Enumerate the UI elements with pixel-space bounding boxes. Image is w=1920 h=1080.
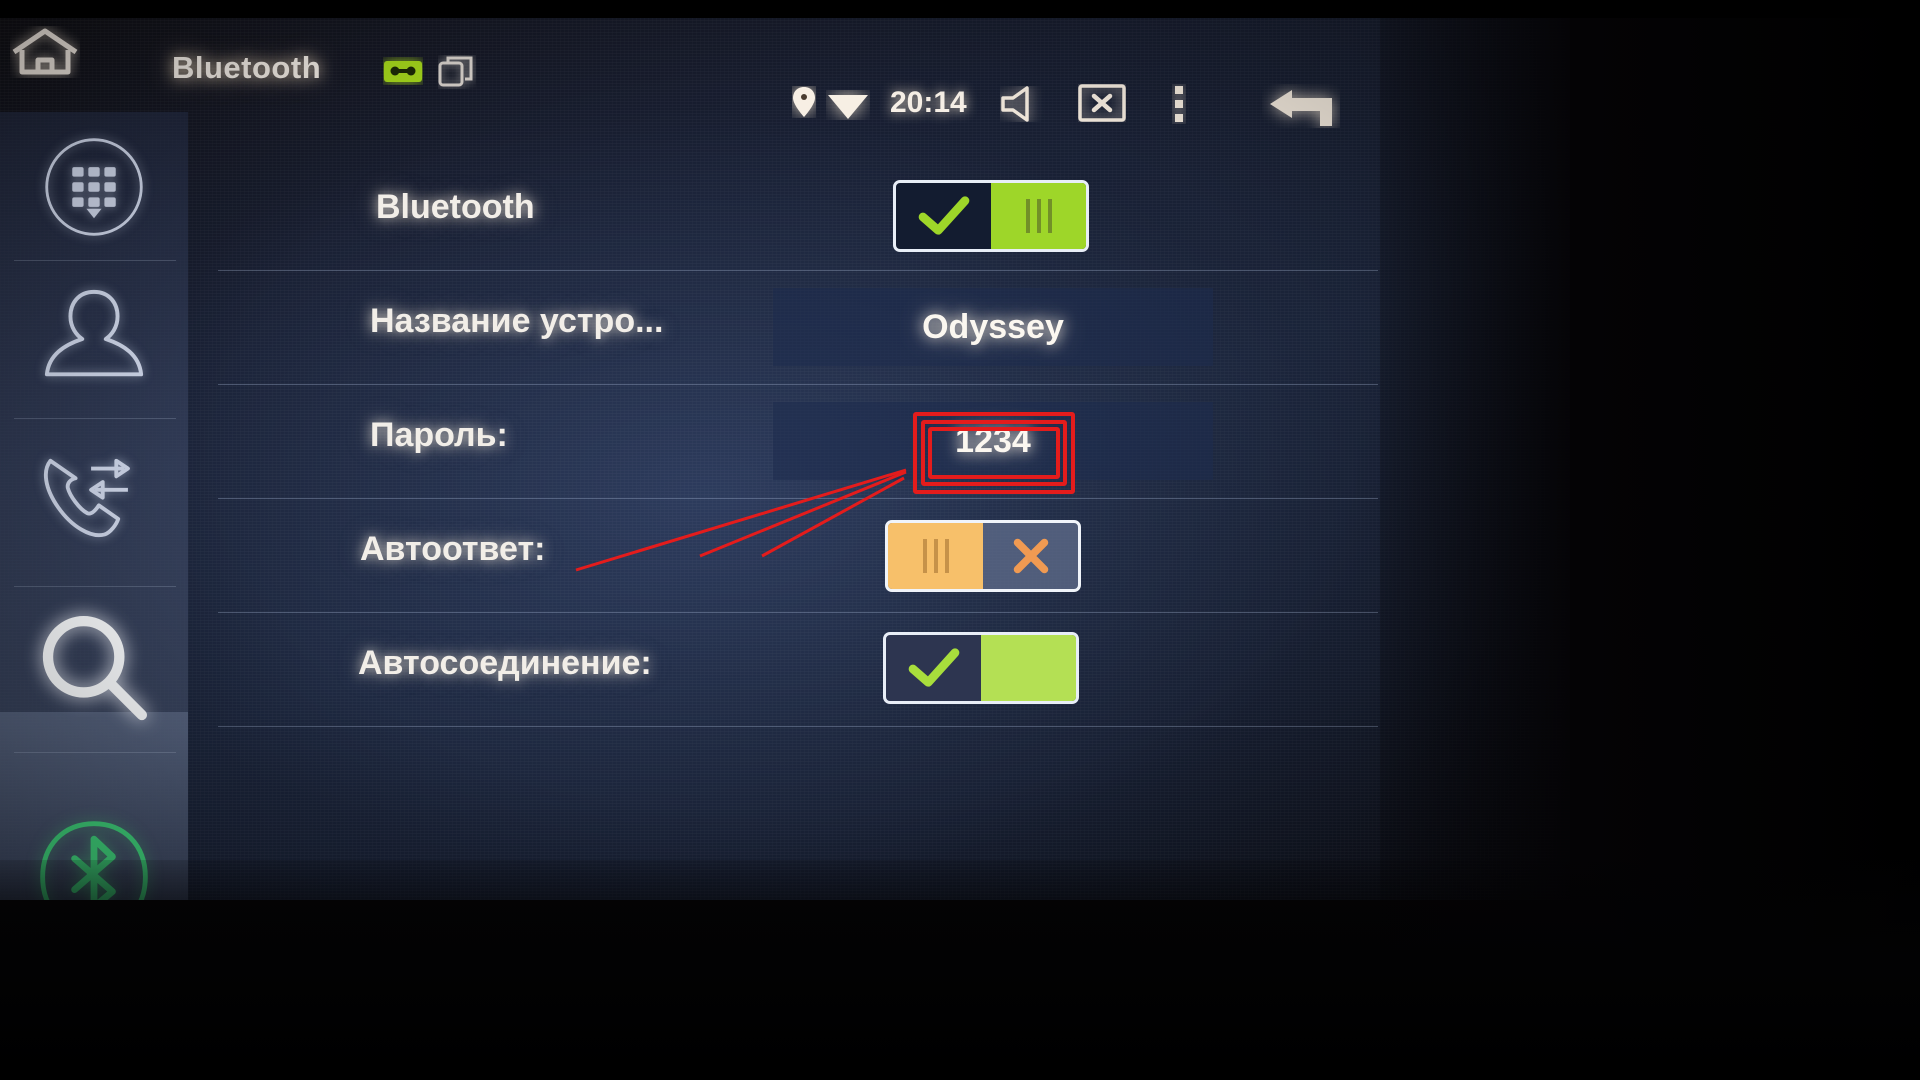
home-icon[interactable] — [10, 26, 80, 78]
sidebar-item-call-history[interactable] — [0, 426, 188, 576]
photo-top-margin — [0, 0, 1920, 18]
password-value: 1234 — [955, 421, 1031, 460]
row-label: Автоответ: — [360, 530, 546, 568]
settings-row: Название устро... Odyssey — [188, 278, 1380, 392]
device-name-value: Odyssey — [922, 307, 1064, 346]
toggle-check-side — [896, 183, 991, 249]
settings-row: Автоответ: — [188, 506, 1380, 620]
toggle-check-side — [886, 635, 981, 701]
toggle-knob — [991, 183, 1086, 249]
toggle-knob — [981, 635, 1076, 701]
photo-bottom-margin — [0, 860, 1920, 1080]
sidebar-divider — [14, 260, 176, 261]
toggle-cross-side — [983, 523, 1078, 589]
device-name-field[interactable]: Odyssey — [773, 288, 1213, 366]
password-field[interactable]: 1234 — [773, 402, 1213, 480]
settings-row: Пароль: 1234 — [188, 392, 1380, 506]
display-panel: Bluetooth 20:14 Bluetooth Название устро… — [0, 0, 1570, 900]
sidebar-item-search[interactable] — [0, 594, 188, 744]
row-label: Название устро... — [370, 302, 664, 340]
settings-row: Bluetooth — [188, 164, 1380, 278]
toggle-grip-lines — [1025, 199, 1052, 233]
row-label: Автосоединение: — [358, 644, 652, 682]
toggle-grip-lines — [922, 539, 949, 573]
sidebar-item-contacts[interactable] — [0, 268, 188, 408]
row-separator — [218, 270, 1378, 271]
settings-list: Bluetooth Название устро... Odyssey Паро… — [188, 112, 1380, 900]
row-separator — [218, 726, 1378, 727]
bluetooth-toggle[interactable] — [893, 180, 1089, 252]
sidebar-divider — [14, 586, 176, 587]
head-unit-screenshot: Bluetooth 20:14 Bluetooth Название устро… — [0, 0, 1920, 1080]
sidebar-item-dialpad[interactable] — [0, 122, 188, 252]
sidebar-divider — [14, 752, 176, 753]
row-separator — [218, 384, 1378, 385]
page-title: Bluetooth — [172, 50, 322, 85]
left-sidebar — [0, 112, 188, 900]
toggle-knob — [888, 523, 983, 589]
settings-row: Автосоединение: — [188, 620, 1380, 734]
sidebar-divider — [14, 418, 176, 419]
row-label: Bluetooth — [376, 188, 535, 226]
row-separator — [218, 498, 1378, 499]
auto-answer-toggle[interactable] — [885, 520, 1081, 592]
row-separator — [218, 612, 1378, 613]
auto-connect-toggle[interactable] — [883, 632, 1079, 704]
row-label: Пароль: — [370, 416, 508, 454]
radio-icon[interactable] — [383, 57, 423, 85]
apps-icon[interactable] — [438, 55, 476, 89]
